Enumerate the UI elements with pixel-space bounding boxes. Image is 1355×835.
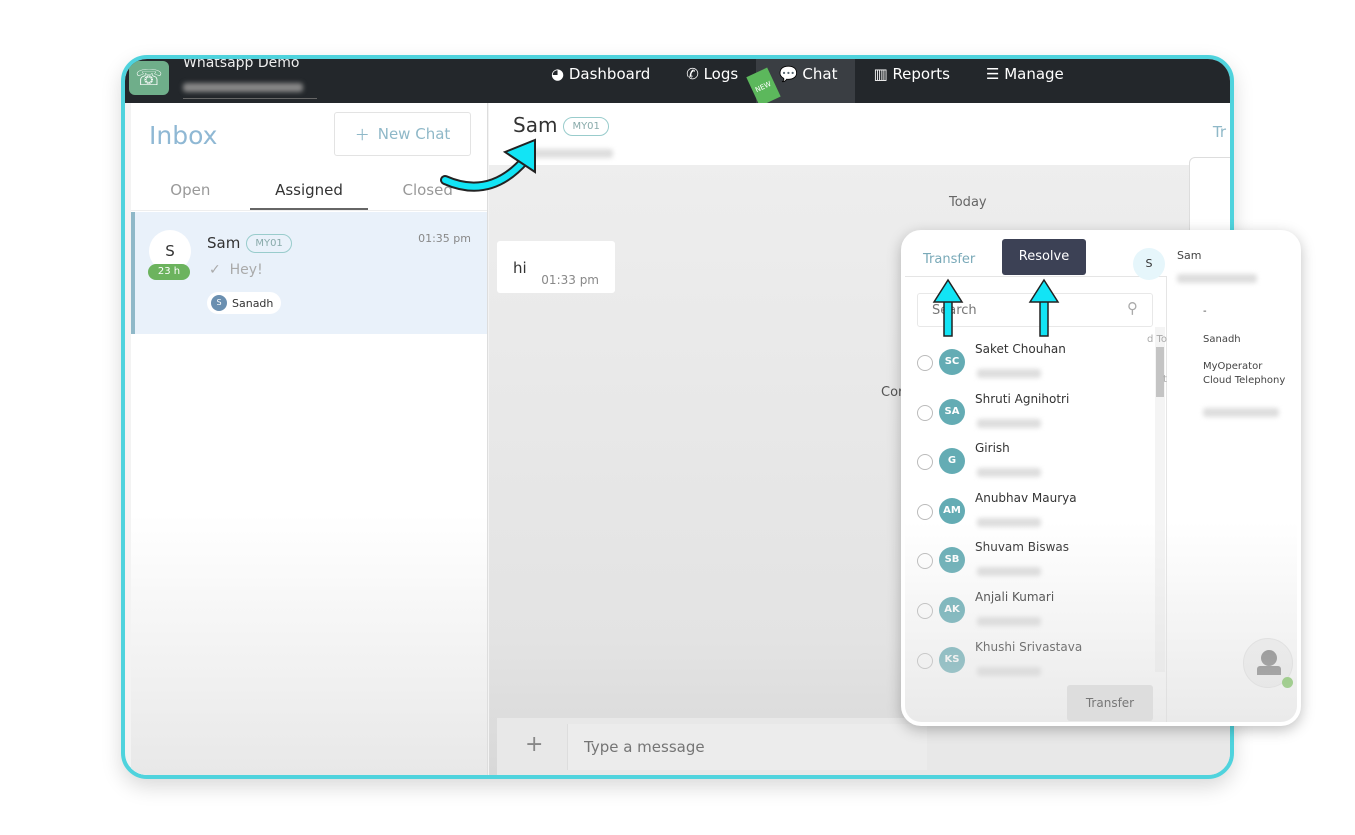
nav-reports[interactable]: ▥ Reports [855, 59, 968, 103]
transfer-resolve-popup: Transfer Resolve ⚲ SC Saket Chouhan SA Shru… [901, 230, 1301, 726]
attach-plus-icon[interactable]: + [525, 732, 543, 757]
agent-avatar: AM [939, 497, 965, 524]
agent-number [977, 413, 1041, 432]
message-input[interactable] [567, 724, 927, 770]
pie-chart-icon: ◕ [551, 65, 569, 83]
agent-option[interactable]: AM Anubhav Maurya [905, 488, 1155, 538]
timestamp: 01:35 pm [418, 232, 471, 245]
tag-badge: MY01 [563, 117, 609, 136]
agent-avatar: KS [939, 646, 965, 673]
message-time: 01:33 pm [541, 273, 599, 287]
chat-header: Sam MY01 Tr [489, 103, 1230, 165]
agent-option[interactable]: SA Shruti Agnihotri [905, 389, 1155, 439]
phone-icon: ✆ [686, 65, 704, 83]
bar-chart-icon: ▥ [873, 65, 893, 83]
radio-button[interactable] [917, 652, 933, 669]
contact-number [513, 143, 623, 162]
plus-icon: ＋ [354, 125, 370, 144]
agent-option[interactable]: SB Shuvam Biswas [905, 537, 1155, 587]
tab-open[interactable]: Open [131, 175, 250, 210]
agent-avatar: SB [939, 547, 965, 574]
conversation-item[interactable]: S 23 h Sam MY01 01:35 pm ✓ Hey! S Sanadh [131, 212, 487, 334]
agent-number [977, 611, 1041, 630]
nav-manage[interactable]: ☰ Manage [968, 59, 1082, 103]
agent-name: Shruti Agnihotri [975, 391, 1070, 406]
online-status-dot [1282, 677, 1293, 688]
message-text: hi [513, 259, 527, 277]
user-icon [1261, 650, 1277, 666]
radio-button[interactable] [917, 355, 933, 371]
tag-badge: MY01 [246, 234, 292, 253]
nav-dashboard[interactable]: ◕ Dashboard [533, 59, 668, 103]
agent-avatar: G [939, 448, 965, 475]
tab-assigned[interactable]: Assigned [249, 175, 369, 210]
info-dash: - [1203, 306, 1207, 317]
assigned-value: Sanadh [1203, 334, 1241, 345]
tab-closed[interactable]: Closed [368, 175, 487, 210]
agent-number [977, 363, 1041, 382]
nav-logs[interactable]: ✆ Logs [668, 59, 756, 103]
last-message: Hey! [229, 262, 263, 278]
agent-option[interactable]: SC Saket Chouhan [905, 339, 1155, 389]
new-chat-button[interactable]: ＋ New Chat [334, 112, 471, 156]
agent-name: Girish [975, 441, 1010, 456]
agent-avatar: S [211, 295, 227, 311]
check-icon: ✓ [209, 262, 230, 278]
agent-dropdown: ⚲ SC Saket Chouhan SA Shruti Agnihotri G Giri… [905, 276, 1167, 722]
radio-button[interactable] [917, 454, 933, 471]
contact-avatar: S [1133, 248, 1165, 280]
search-icon: ⚲ [1127, 299, 1138, 317]
agent-name: Anubhav Maurya [975, 490, 1077, 505]
age-badge: 23 h [148, 264, 190, 280]
company-line1: MyOperator [1203, 361, 1263, 372]
agent-status-button[interactable] [1243, 638, 1293, 688]
agent-name: Shuvam Biswas [975, 540, 1070, 555]
agent-option[interactable]: KS Khushi Srivastava [905, 637, 1155, 687]
assigned-agent: S Sanadh [207, 292, 282, 314]
agent-name: Saket Chouhan [975, 342, 1066, 356]
agent-option[interactable]: G Girish [905, 438, 1155, 488]
agent-avatar: AK [939, 596, 965, 623]
message-bubble: hi 01:33 pm [497, 241, 615, 293]
transfer-tab[interactable]: Transfer [923, 252, 975, 267]
radio-button[interactable] [917, 503, 933, 520]
transfer-link[interactable]: Tr [1213, 123, 1226, 141]
company-label: t [1163, 374, 1167, 385]
chat-icon: 💬 [774, 65, 803, 83]
radio-button[interactable] [917, 602, 933, 619]
brand-name: Whatsapp Demo [183, 55, 300, 71]
assigned-label: d To [1147, 334, 1168, 345]
radio-button[interactable] [917, 553, 933, 570]
transfer-button[interactable]: Transfer [1067, 685, 1153, 721]
menu-icon: ☰ [985, 65, 1005, 83]
date-divider: Today [949, 195, 987, 210]
chat-contact-name: Sam [513, 113, 558, 137]
info-name: Sam [1177, 249, 1202, 262]
contact-name: Sam [207, 234, 241, 252]
agent-search-input[interactable] [917, 293, 1153, 327]
agent-avatar: SC [939, 349, 965, 375]
brand-number[interactable] [183, 77, 317, 99]
agent-name: Anjali Kumari [975, 589, 1055, 604]
inbox-panel: Inbox ＋ New Chat Open Assigned Closed S 2… [131, 103, 488, 775]
resolve-button[interactable]: Resolve [1002, 239, 1086, 275]
inbox-title: Inbox [149, 121, 218, 150]
top-nav: ☏ Whatsapp Demo ◕ Dashboard ✆ Logs NEW 💬… [125, 59, 1230, 107]
agent-name: Khushi Srivastava [975, 639, 1083, 654]
agent-option[interactable]: AK Anjali Kumari [905, 587, 1155, 637]
company-line2: Cloud Telephony [1203, 375, 1286, 386]
agent-number [977, 561, 1041, 580]
agent-number [977, 661, 1041, 680]
contact-info-panel: S Sam - d To Sanadh t MyOperator Cloud T… [1133, 234, 1297, 722]
radio-button[interactable] [917, 404, 933, 421]
phone-logo-icon: ☏ [129, 61, 169, 95]
agent-number [977, 512, 1041, 531]
agent-number [977, 462, 1041, 481]
nav-chat[interactable]: NEW 💬 Chat [746, 59, 856, 107]
agent-avatar: SA [939, 398, 965, 425]
